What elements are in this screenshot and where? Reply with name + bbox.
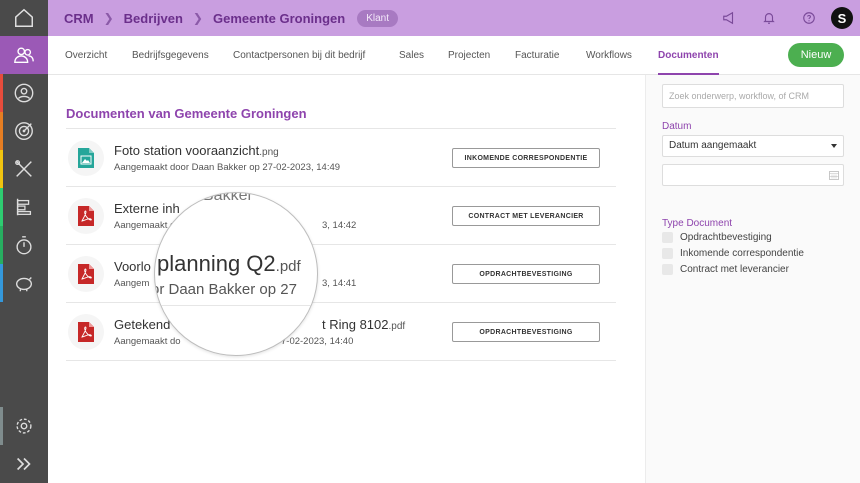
document-name[interactable]: Voorlo — [114, 259, 151, 274]
megaphone-icon — [723, 11, 734, 25]
date-type-select[interactable]: Datum aangemaakt — [662, 135, 844, 157]
type-filter-opdrachtbevestiging[interactable]: Opdrachtbevestiging — [662, 232, 772, 243]
document-name[interactable]: Externe inh — [114, 201, 180, 216]
page-title: Documenten van Gemeente Groningen — [66, 106, 307, 121]
caret-down-icon — [831, 144, 837, 148]
piggy-bank-icon — [15, 277, 33, 292]
help-icon — [803, 12, 815, 24]
checkbox[interactable] — [662, 232, 673, 243]
breadcrumb-crm[interactable]: CRM — [64, 11, 94, 26]
announcements-button[interactable] — [709, 0, 749, 36]
tab-overzicht[interactable]: Overzicht — [65, 36, 107, 75]
tools-icon — [15, 160, 32, 177]
home-icon[interactable] — [0, 0, 48, 36]
sidebar-item-target[interactable] — [0, 112, 48, 150]
document-name[interactable]: Foto station vooraanzicht.png — [114, 143, 279, 158]
magnified-document-name: planning Q2.pdf — [157, 251, 301, 276]
date-filter-label: Datum — [662, 121, 692, 132]
breadcrumb-bedrijven[interactable]: Bedrijven — [124, 11, 183, 26]
status-badge: Klant — [357, 9, 398, 27]
document-meta: Aangemaakt door Daan Bakker op 27-02-202… — [114, 162, 341, 173]
pdf-file-icon — [68, 198, 104, 234]
image-file-icon — [68, 140, 104, 176]
tab-bedrijfsgegevens[interactable]: Bedrijfsgegevens — [132, 36, 209, 75]
document-row[interactable]: Externe inh Aangemaakt do 3, 14:42 CONTRA… — [66, 187, 616, 245]
gear-icon — [16, 418, 32, 434]
expand-icon — [16, 457, 31, 471]
document-meta: Aangemaakt do 7-02-2023, 14:40 — [114, 336, 354, 347]
checkbox[interactable] — [662, 264, 673, 275]
sidebar-item-tools[interactable] — [0, 150, 48, 188]
document-type-tag[interactable]: CONTRACT MET LEVERANCIER — [452, 206, 600, 226]
sidebar-item-stopwatch[interactable] — [0, 226, 48, 264]
type-filter-inkomende[interactable]: Inkomende correspondentie — [662, 248, 804, 259]
stopwatch-icon — [16, 236, 32, 255]
tab-facturatie[interactable]: Facturatie — [515, 36, 559, 75]
document-type-tag[interactable]: INKOMENDE CORRESPONDENTIE — [452, 148, 600, 168]
checkbox[interactable] — [662, 248, 673, 259]
document-type-tag[interactable]: OPDRACHTBEVESTIGING — [452, 322, 600, 342]
type-filter-label: Type Document — [662, 218, 733, 229]
user-avatar[interactable]: S — [831, 7, 853, 29]
users-icon — [14, 47, 34, 64]
pdf-file-icon — [68, 256, 104, 292]
document-row[interactable]: Voorlo Aangem 3, 14:41 OPDRACHTBEVESTIGIN… — [66, 245, 616, 303]
help-button[interactable] — [789, 0, 829, 36]
sidebar-item-tasks[interactable] — [0, 188, 48, 226]
sidebar-item-users[interactable] — [0, 36, 48, 74]
sidebar-item-finance[interactable] — [0, 264, 48, 302]
magnifier-lens: Bakker planning Q2.pdf or Daan Bakker op… — [154, 192, 318, 356]
documents-section: Documenten van Gemeente Groningen Foto s… — [66, 100, 616, 361]
calendar-icon — [829, 171, 839, 180]
tab-projecten[interactable]: Projecten — [448, 36, 490, 75]
contact-icon — [14, 83, 34, 103]
magnified-document-meta: or Daan Bakker op 27 — [154, 281, 297, 298]
expand-sidebar-button[interactable] — [0, 445, 48, 483]
document-row[interactable]: Getekend t Ring 8102.pdf Aangemaakt do 7-0… — [66, 303, 616, 361]
tab-bar: Overzicht Bedrijfsgegevens Contactperson… — [48, 36, 860, 75]
tab-documenten[interactable]: Documenten — [658, 36, 719, 75]
topbar: CRM ❯ Bedrijven ❯ Gemeente Groningen Kla… — [48, 0, 860, 36]
sidebar — [0, 0, 48, 483]
bell-icon — [763, 13, 775, 24]
notifications-button[interactable] — [749, 0, 789, 36]
type-filter-contract[interactable]: Contract met leverancier — [662, 264, 789, 275]
document-type-tag[interactable]: OPDRACHTBEVESTIGING — [452, 264, 600, 284]
chevron-right-icon: ❯ — [192, 11, 203, 25]
search-input[interactable]: Zoek onderwerp, workflow, of CRM — [662, 84, 844, 108]
magnified-faint-text: Bakker — [203, 192, 253, 204]
tab-workflows[interactable]: Workflows — [586, 36, 632, 75]
settings-button[interactable] — [0, 407, 48, 445]
pdf-file-icon — [68, 314, 104, 350]
document-name[interactable]: Getekend t Ring 8102.pdf — [114, 317, 405, 332]
breadcrumb: CRM ❯ Bedrijven ❯ Gemeente Groningen Kla… — [64, 0, 398, 36]
tab-contactpersonen[interactable]: Contactpersonen bij dit bedrijf — [233, 36, 365, 75]
filter-panel: Zoek onderwerp, workflow, of CRM Datum D… — [645, 75, 860, 483]
date-input[interactable] — [662, 164, 844, 186]
document-meta: Aangem 3, 14:41 — [114, 278, 357, 289]
breadcrumb-company: Gemeente Groningen — [212, 10, 346, 26]
tasks-icon — [16, 198, 32, 216]
magnified-divider — [155, 305, 317, 306]
tab-sales[interactable]: Sales — [399, 36, 424, 75]
document-row[interactable]: Foto station vooraanzicht.png Aangemaakt… — [66, 129, 616, 187]
target-icon — [15, 122, 33, 140]
sidebar-item-contact[interactable] — [0, 74, 48, 112]
new-button[interactable]: Nieuw — [788, 43, 844, 67]
document-list: Foto station vooraanzicht.png Aangemaakt… — [66, 128, 616, 361]
chevron-right-icon: ❯ — [103, 11, 114, 25]
top-icons: S — [709, 0, 860, 36]
